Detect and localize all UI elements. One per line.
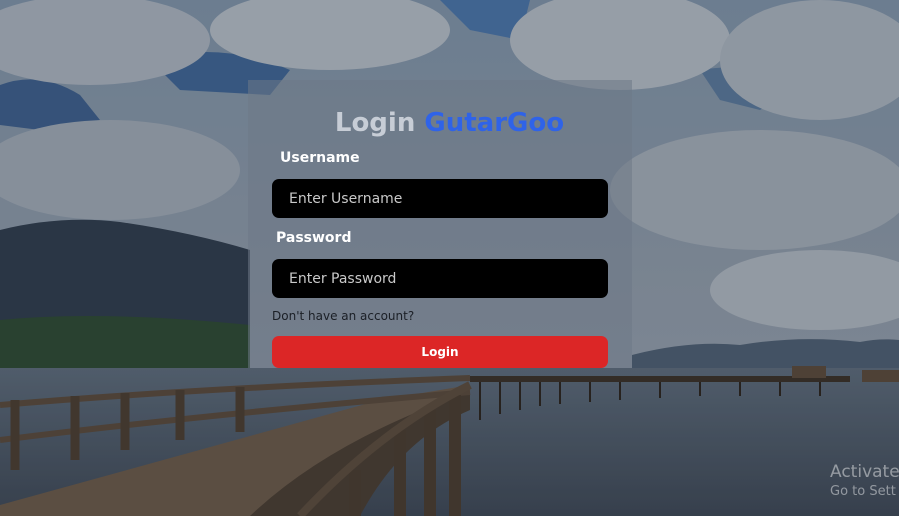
password-label: Password (276, 230, 352, 246)
password-input[interactable] (272, 259, 608, 298)
signup-link[interactable]: Don't have an account? (272, 309, 414, 323)
login-title-text: Login (334, 108, 416, 138)
username-label: Username (280, 150, 360, 166)
watermark-line1: Activate (830, 462, 899, 482)
login-title: Login GutarGoo (0, 106, 899, 140)
activation-watermark: Activate Go to Sett (830, 462, 899, 499)
username-input[interactable] (272, 179, 608, 218)
brand-name: GutarGoo (424, 108, 565, 138)
login-button[interactable]: Login (272, 336, 608, 368)
watermark-line2: Go to Sett (830, 484, 896, 499)
